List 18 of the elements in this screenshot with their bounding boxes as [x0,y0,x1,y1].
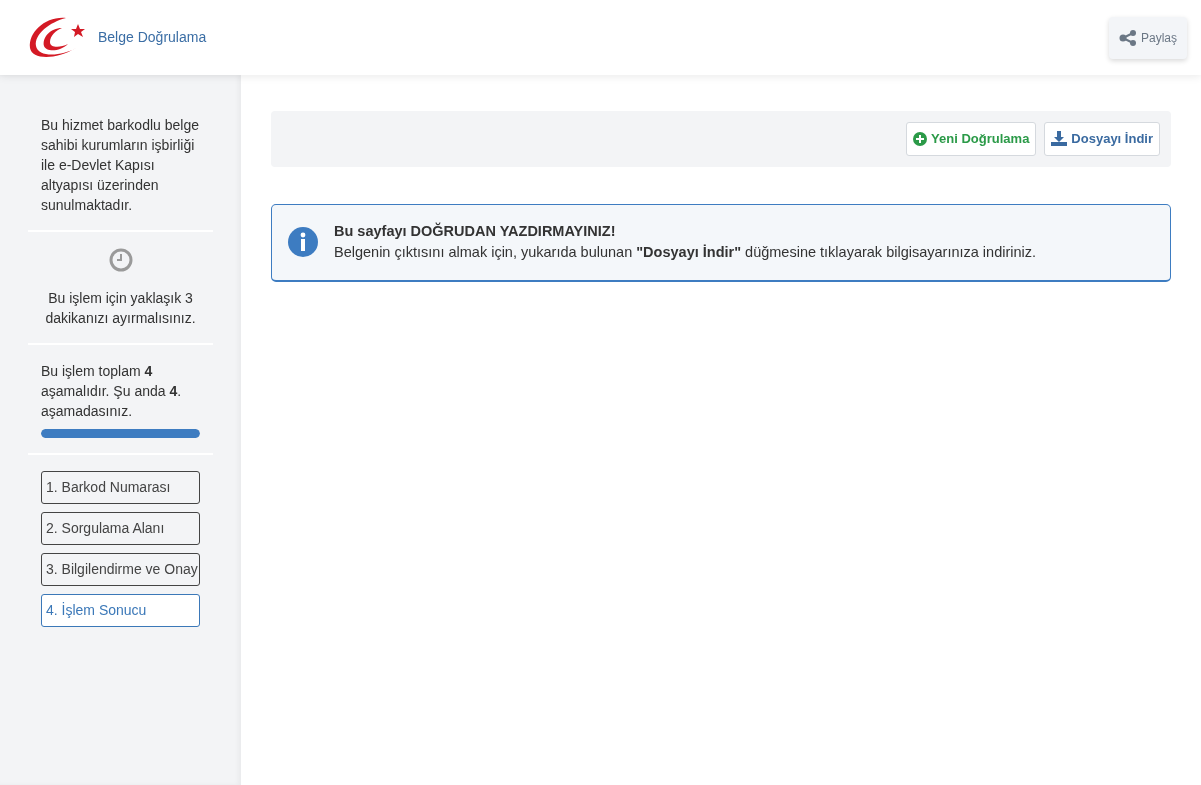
info-icon [288,227,318,258]
clock-icon [108,248,133,272]
service-info-text: Bu hizmet barkodlu belge sahibi kurumların işbirliği ile e-Devlet Kapısı altyapısı üzerinden sunulmaktadır. [41,116,200,215]
site-title: Belge Doğrulama [98,28,207,47]
progress-text: Bu işlem toplam 4 aşamalıdır. Şu anda 4. aşamadasınız. [41,362,183,421]
step-button[interactable]: 2. Sorgulama Alanı [41,512,200,545]
alert-message: Belgenin çıktısını almak için, yukarıda bulunan "Dosyayı İndir" düğmesine tıklayarak bilgisayarınıza indiriniz. [334,243,1037,263]
share-button[interactable]: Paylaş [1108,16,1187,59]
download-button[interactable]: Dosyayı İndir [1044,122,1160,156]
plus-circle-icon [913,131,928,146]
step-button[interactable]: 1. Barkod Numarası [41,471,200,504]
alert-title: Bu sayfayı DOĞRUDAN YAZDIRMAYINIZ! [334,221,617,241]
share-icon [1118,29,1137,46]
new-verification-button[interactable]: Yeni Doğrulama [906,122,1037,156]
download-icon [1051,131,1068,147]
time-note-text: Bu işlem için yaklaşık 3 dakikanızı ayırmalısınız. [44,289,197,328]
step-button[interactable]: 3. Bilgilendirme ve Onay [41,553,200,586]
step-button[interactable]: 4. İşlem Sonucu [41,594,200,627]
